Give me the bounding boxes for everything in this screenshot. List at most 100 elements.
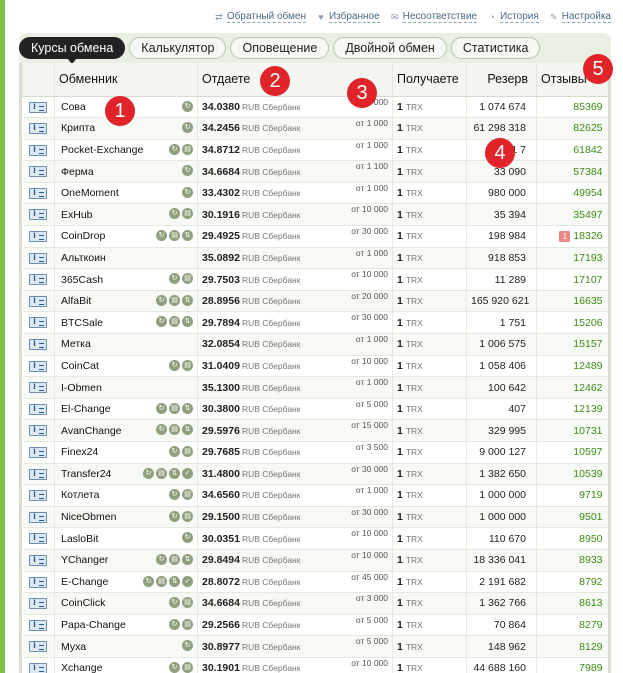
table-row[interactable]: E-Change ↻▤⇅✓ 28.8072RUB Сбербанк от 45 000… (22, 571, 608, 594)
exchanger-name[interactable]: Xchange (61, 662, 102, 673)
info-icon[interactable] (29, 576, 48, 588)
reviews-cell[interactable]: 12462 (536, 376, 608, 399)
table-row[interactable]: Papa-Change ↻▤ 29.2566RUB Сбербанк от 5 000… (22, 614, 608, 637)
info-icon[interactable] (29, 554, 48, 566)
reviews-count[interactable]: 57384 (573, 166, 602, 178)
reviews-count[interactable]: 15157 (573, 338, 602, 350)
info-icon[interactable] (29, 597, 48, 610)
info-icon[interactable] (29, 360, 48, 372)
exchanger-cell[interactable]: Pocket-Exchange ↻ ▤ (54, 139, 198, 162)
exchanger-cell[interactable]: Метка (54, 333, 198, 356)
exchanger-cell[interactable]: Ферма ↻ (54, 160, 198, 183)
exchanger-cell[interactable]: Xchange ↻ ▤ (54, 657, 198, 673)
exchanger-name[interactable]: Finex24 (61, 446, 98, 458)
exchanger-name[interactable]: I-Obmen (61, 382, 102, 394)
table-row[interactable]: ExHub↻▤30.1916RUB Сбербанкот 10 0001TRX3… (22, 203, 608, 227)
reviews-count[interactable]: 12462 (573, 382, 602, 394)
table-row[interactable]: LasloBit ↻ 30.0351RUB Сбербанк от 10 000 1TR… (22, 527, 608, 550)
exchanger-name[interactable]: OneMoment (61, 187, 119, 199)
reviews-count[interactable]: 8933 (579, 554, 602, 566)
info-icon[interactable] (29, 144, 48, 156)
top-link-2[interactable]: ✉ Несоответствие (390, 11, 477, 23)
reviews-count[interactable]: 10731 (573, 425, 602, 437)
exchanger-name[interactable]: AvanChange (61, 425, 122, 437)
info-icon[interactable] (29, 316, 48, 329)
top-link-1[interactable]: ♥ Избранное (316, 11, 380, 23)
top-link-3[interactable]: ◔ История (487, 11, 539, 23)
exchanger-name[interactable]: CoinCat (61, 360, 99, 372)
reviews-cell[interactable]: 8792 (536, 571, 608, 594)
reviews-cell[interactable]: 35497 (536, 203, 608, 227)
exchanger-name[interactable]: Transfer24 (61, 468, 111, 480)
tab-2[interactable]: Оповещение (230, 37, 330, 59)
exchanger-cell[interactable]: Papa-Change ↻ ▤ (54, 614, 198, 637)
exchanger-cell[interactable]: Альткоин (54, 247, 198, 270)
exchanger-cell[interactable]: Transfer24 ↻ ▤ ⇅ ✓ (54, 463, 198, 486)
reviews-count[interactable]: 8950 (579, 533, 602, 545)
table-row[interactable]: Альткоин35.0892RUB Сбербанкот 1 0001TRX9… (22, 247, 608, 270)
exchanger-name[interactable]: Котлета (61, 489, 99, 501)
exchanger-cell[interactable]: YChanger ↻ ▤ ⇅ (54, 549, 198, 572)
exchanger-cell[interactable]: LasloBit ↻ (54, 527, 198, 550)
exchanger-cell[interactable]: ExHub ↻ ▤ (54, 203, 198, 227)
table-row[interactable]: I-Obmen35.1300RUB Сбербанкот 1 0001TRX10… (22, 376, 608, 399)
table-row[interactable]: OneMoment ↻ 33.4302RUB Сбербанк от 1 000 1TR… (22, 182, 608, 205)
info-icon[interactable] (29, 252, 48, 264)
info-icon[interactable] (29, 446, 48, 459)
info-icon[interactable] (29, 208, 48, 221)
reviews-count[interactable]: 35497 (573, 209, 602, 221)
reviews-cell[interactable]: 15157 (536, 333, 608, 356)
tab-1[interactable]: Калькулятор (129, 37, 227, 59)
exchanger-name[interactable]: NiceObmen (61, 511, 116, 523)
tab-0[interactable]: Курсы обмена (19, 37, 126, 64)
reviews-cell[interactable]: 1 18326 (536, 225, 608, 248)
reviews-count[interactable]: 9501 (579, 511, 602, 523)
info-icon[interactable] (29, 662, 48, 673)
tab-4[interactable]: Статистика (450, 37, 541, 59)
exchanger-cell[interactable]: CoinDrop ↻ ▤ ⇅ (54, 225, 198, 248)
reviews-count[interactable]: 17193 (573, 252, 602, 264)
info-icon[interactable] (29, 381, 48, 394)
info-icon[interactable] (29, 165, 48, 178)
table-row[interactable]: CoinCat ↻▤ 31.0409RUB Сбербанк от 10 000 1TR… (22, 355, 608, 378)
reviews-count[interactable]: 49954 (573, 187, 602, 199)
exchanger-name[interactable]: El-Change (61, 403, 111, 415)
exchanger-cell[interactable]: Finex24 ↻ ▤ (54, 441, 198, 464)
reviews-cell[interactable]: 16635 (536, 290, 608, 313)
info-icon[interactable] (29, 619, 48, 631)
exchanger-cell[interactable]: E-Change ↻ ▤ ⇅ ✓ (54, 571, 198, 594)
reviews-count[interactable]: 61842 (573, 144, 602, 156)
exchanger-name[interactable]: Pocket-Exchange (61, 144, 143, 156)
info-icon[interactable] (29, 403, 48, 415)
reviews-cell[interactable]: 12489 (536, 355, 608, 378)
info-icon[interactable] (29, 424, 48, 437)
reviews-cell[interactable]: 8613 (536, 592, 608, 615)
table-row[interactable]: Муха↻30.8977RUB Сбербанкот 5 0001TRX148 … (22, 635, 608, 658)
info-icon[interactable] (29, 532, 48, 545)
exchanger-name[interactable]: Крипта (61, 122, 95, 134)
exchanger-cell[interactable]: NiceObmen ↻ ▤ (54, 506, 198, 529)
reviews-cell[interactable]: 57384 (536, 160, 608, 183)
reviews-count[interactable]: 12489 (573, 360, 602, 372)
reviews-count[interactable]: 8792 (579, 576, 602, 588)
header-get[interactable]: Получаете (392, 63, 467, 97)
table-row[interactable]: YChanger ↻▤⇅ 29.8494RUB Сбербанк от 10 000 1… (22, 549, 608, 572)
table-row[interactable]: Метка32.0854RUB Сбербанкот 1 0001TRX1 00… (22, 333, 608, 356)
header-reserve[interactable]: Резерв (466, 63, 537, 97)
reviews-cell[interactable]: 15206 (536, 311, 608, 335)
reviews-cell[interactable]: 8129 (536, 635, 608, 658)
exchanger-name[interactable]: Метка (61, 338, 91, 350)
exchanger-name[interactable]: BTCSale (61, 317, 103, 329)
top-link-0[interactable]: ⇄ Обратный обмен (214, 11, 306, 23)
info-icon[interactable] (29, 640, 48, 653)
exchanger-name[interactable]: Ферма (61, 166, 94, 178)
exchanger-cell[interactable]: I-Obmen (54, 376, 198, 399)
reviews-cell[interactable]: 10539 (536, 463, 608, 486)
info-icon[interactable] (29, 187, 48, 199)
tab-3[interactable]: Двойной обмен (333, 37, 447, 59)
info-icon[interactable] (29, 122, 48, 135)
reviews-count[interactable]: 10539 (573, 468, 602, 480)
reviews-cell[interactable]: 49954 (536, 182, 608, 205)
exchanger-cell[interactable]: BTCSale ↻ ▤ ⇅ (54, 311, 198, 335)
exchanger-name[interactable]: YChanger (61, 554, 108, 566)
